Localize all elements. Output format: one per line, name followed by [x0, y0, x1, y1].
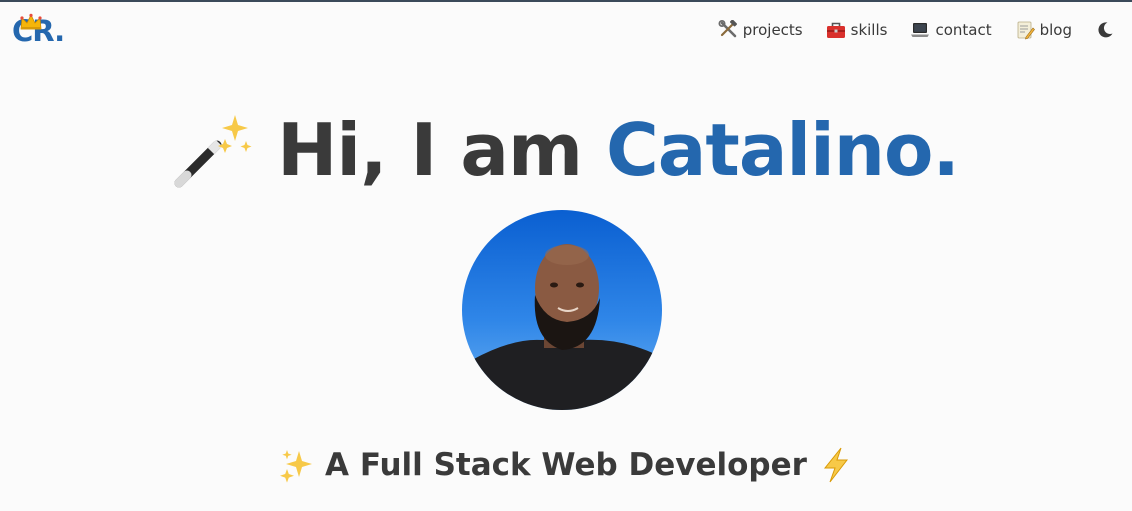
nav-item-skills[interactable]: skills: [826, 20, 888, 40]
toolbox-icon: [826, 22, 845, 38]
hero-title: Hi, I am Catalino.: [0, 108, 1132, 192]
hammer-wrench-icon: [718, 20, 737, 38]
memo-icon: [1017, 21, 1035, 40]
magic-wand-icon: [174, 115, 252, 188]
nav-item-projects[interactable]: projects: [718, 20, 803, 40]
crown-icon: [20, 13, 42, 30]
hero-greeting: Hi, I am: [277, 108, 583, 192]
nav-label-contact: contact: [935, 21, 992, 39]
nav-label-blog: blog: [1039, 21, 1072, 39]
nav-label-skills: skills: [850, 21, 888, 39]
lightning-icon: [823, 447, 848, 483]
tagline: A Full Stack Web Developer: [0, 447, 1132, 483]
logo-link[interactable]: CR.: [12, 13, 65, 48]
site-header: CR. projects skills contact blog: [0, 2, 1132, 60]
profile-avatar: [462, 210, 662, 410]
moon-icon[interactable]: [1096, 21, 1114, 39]
profile-photo: [462, 210, 662, 410]
sparkles-icon: [280, 450, 313, 483]
laptop-icon: [911, 23, 930, 37]
nav-item-contact[interactable]: contact: [910, 20, 992, 40]
nav-label-projects: projects: [742, 21, 803, 39]
main-nav: projects skills contact blog: [718, 20, 1114, 40]
hero-name: Catalino.: [605, 108, 960, 192]
nav-item-blog[interactable]: blog: [1015, 20, 1072, 40]
tagline-text: A Full Stack Web Developer: [325, 447, 807, 483]
